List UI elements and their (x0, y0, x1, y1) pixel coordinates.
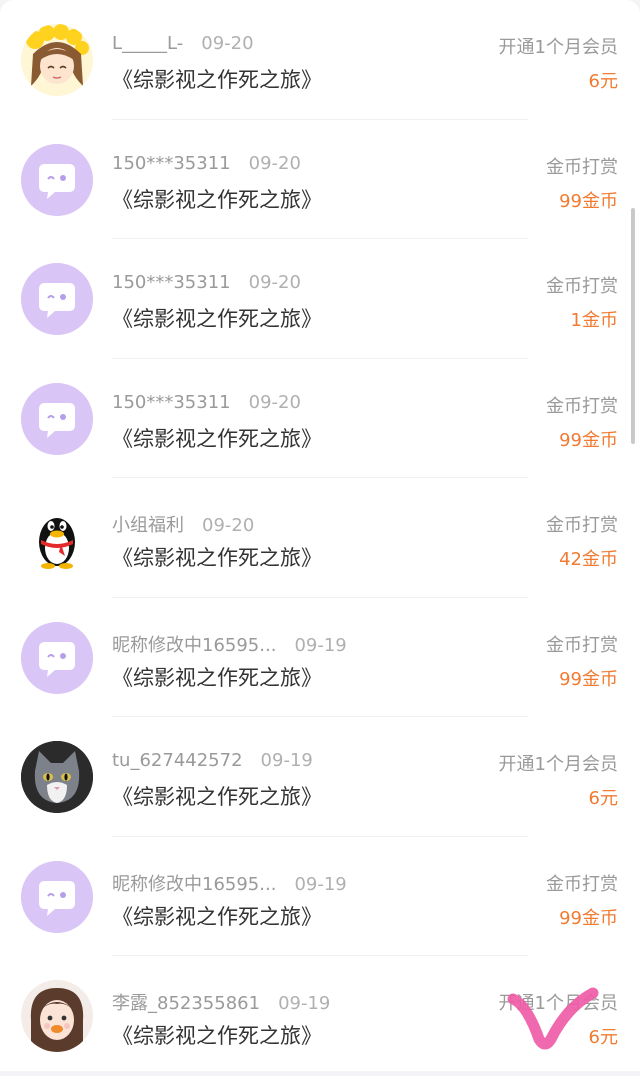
record-amount: 6元 (588, 71, 618, 92)
book-title: 《综影视之作死之旅》 (112, 904, 322, 929)
cartoon-girl-avatar[interactable] (21, 24, 93, 96)
user-meta: 150***35311 09-20 (112, 153, 301, 174)
record-amount: 42金币 (559, 549, 618, 570)
default-chat-avatar[interactable] (21, 621, 93, 694)
record-date: 09-19 (260, 750, 313, 771)
user-meta: 李露_852355861 09-19 (112, 989, 330, 1015)
user-meta: 昵称修改中16595... 09-19 (112, 631, 347, 657)
user-name: 昵称修改中16595... (112, 873, 277, 895)
user-name: L_____L- (112, 33, 184, 54)
list-item[interactable]: 150***35311 09-20 《综影视之作死之旅》 金币打赏 99金币 (0, 120, 640, 239)
list-item[interactable]: L_____L- 09-20 《综影视之作死之旅》 开通1个月会员 6元 (0, 0, 640, 120)
record-date: 09-19 (278, 993, 331, 1014)
book-title: 《综影视之作死之旅》 (112, 665, 322, 690)
user-name: 小组福利 (112, 515, 184, 536)
book-title: 《综影视之作死之旅》 (112, 307, 322, 331)
record-date: 09-19 (294, 634, 347, 656)
list-item[interactable]: 150***35311 09-20 《综影视之作死之旅》 金币打赏 1金币 (0, 239, 640, 359)
user-meta: 150***35311 09-20 (112, 392, 301, 413)
record-date: 09-20 (248, 391, 301, 413)
default-chat-avatar[interactable] (21, 382, 93, 455)
record-date: 09-20 (248, 272, 301, 293)
user-meta: 昵称修改中16595... 09-19 (112, 870, 347, 896)
list-item[interactable]: 150***35311 09-20 《综影视之作死之旅》 金币打赏 99金币 (0, 359, 640, 478)
pink-check-mark-icon (507, 987, 599, 1050)
cat-photo-avatar[interactable] (21, 741, 93, 813)
record-type: 开通1个月会员 (498, 37, 618, 58)
record-type: 金币打赏 (546, 634, 618, 656)
user-meta: 小组福利 09-20 (112, 511, 254, 537)
record-type: 开通1个月会员 (498, 754, 618, 775)
user-meta: tu_627442572 09-19 (112, 750, 313, 771)
book-title: 《综影视之作死之旅》 (112, 546, 322, 570)
book-title: 《综影视之作死之旅》 (112, 1024, 322, 1048)
record-type: 金币打赏 (546, 276, 618, 297)
user-name: 150***35311 (112, 391, 231, 413)
record-amount: 6元 (588, 788, 618, 809)
record-date: 09-20 (201, 33, 254, 54)
default-chat-avatar[interactable] (21, 263, 93, 335)
scrollbar[interactable] (631, 208, 635, 444)
user-name: 150***35311 (112, 152, 231, 174)
record-amount: 99金币 (559, 429, 618, 451)
list-item[interactable]: tu_627442572 09-19 《综影视之作死之旅》 开通1个月会员 6元 (0, 717, 640, 837)
person-photo-avatar[interactable] (21, 980, 93, 1052)
record-amount: 99金币 (559, 907, 618, 929)
penguin-avatar[interactable] (21, 502, 93, 574)
user-name: 昵称修改中16595... (112, 634, 277, 656)
list-item[interactable]: 小组福利 09-20 《综影视之作死之旅》 金币打赏 42金币 (0, 478, 640, 598)
record-amount: 99金币 (559, 668, 618, 690)
record-amount: 99金币 (559, 190, 618, 212)
default-chat-avatar[interactable] (21, 143, 93, 216)
user-name: tu_627442572 (112, 750, 243, 771)
book-title: 《综影视之作死之旅》 (112, 187, 322, 212)
record-type: 金币打赏 (546, 156, 618, 178)
book-title: 《综影视之作死之旅》 (112, 68, 322, 92)
user-meta: 150***35311 09-20 (112, 272, 301, 293)
user-name: 李露_852355861 (112, 993, 261, 1014)
book-title: 《综影视之作死之旅》 (112, 785, 322, 809)
default-chat-avatar[interactable] (21, 860, 93, 933)
user-meta: L_____L- 09-20 (112, 33, 254, 54)
record-type: 金币打赏 (546, 395, 618, 417)
record-type: 金币打赏 (546, 873, 618, 895)
record-date: 09-20 (202, 515, 255, 536)
record-type: 金币打赏 (546, 515, 618, 536)
record-amount: 1金币 (570, 310, 618, 331)
record-date: 09-19 (294, 873, 347, 895)
list-item[interactable]: 昵称修改中16595... 09-19 《综影视之作死之旅》 金币打赏 99金币 (0, 598, 640, 717)
book-title: 《综影视之作死之旅》 (112, 426, 322, 451)
user-name: 150***35311 (112, 272, 231, 293)
record-date: 09-20 (248, 152, 301, 174)
list-item[interactable]: 昵称修改中16595... 09-19 《综影视之作死之旅》 金币打赏 99金币 (0, 837, 640, 956)
record-list: L_____L- 09-20 《综影视之作死之旅》 开通1个月会员 6元 150*… (0, 0, 640, 1071)
